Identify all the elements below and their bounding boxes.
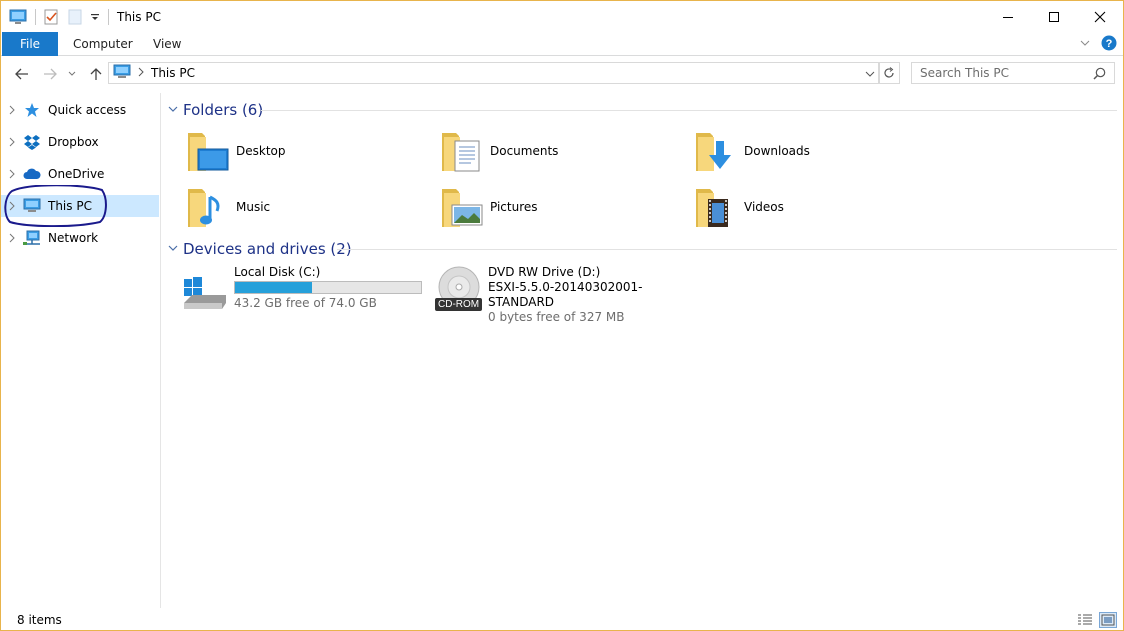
search-icon[interactable] <box>1093 67 1106 83</box>
drive-free-space: 0 bytes free of 327 MB <box>488 310 625 324</box>
properties-icon[interactable] <box>42 8 60 26</box>
pictures-folder-icon <box>440 185 484 229</box>
hard-disk-icon <box>182 265 230 313</box>
ribbon-tabs: File Computer View ? <box>1 32 1123 56</box>
network-icon <box>23 230 41 246</box>
recent-locations-chevron-icon[interactable] <box>66 65 78 83</box>
collapse-chevron-icon[interactable] <box>168 103 178 117</box>
title-bar: This PC <box>1 1 1123 32</box>
disk-usage-bar <box>234 281 422 294</box>
quick-access-toolbar <box>1 1 115 32</box>
collapse-chevron-icon[interactable] <box>168 242 178 256</box>
drive-tile-local-disk[interactable]: Local Disk (C:) 43.2 GB free of 74.0 GB <box>182 265 427 317</box>
group-title: Devices and drives (2) <box>183 240 352 258</box>
folder-label: Music <box>236 200 271 214</box>
cd-rom-icon: CD-ROM <box>435 265 484 313</box>
sidebar-item-quick-access[interactable]: Quick access <box>1 99 159 121</box>
folder-label: Downloads <box>744 144 810 158</box>
drives-group-header[interactable]: Devices and drives (2) <box>168 239 352 259</box>
sidebar-item-label: Quick access <box>48 103 127 117</box>
expand-ribbon-icon[interactable] <box>1079 37 1091 52</box>
back-button[interactable] <box>13 65 31 83</box>
sidebar-item-onedrive[interactable]: OneDrive <box>1 163 159 185</box>
group-divider <box>337 249 1117 250</box>
folder-label: Pictures <box>490 200 538 214</box>
sidebar-item-label: Dropbox <box>48 135 99 149</box>
dropbox-icon <box>23 134 41 150</box>
drive-info: DVD RW Drive (D:) ESXI-5.5.0-20140302001… <box>488 265 696 325</box>
folder-tile-desktop[interactable]: Desktop <box>186 126 436 176</box>
drive-tile-dvd[interactable]: CD-ROM DVD RW Drive (D:) ESXI-5.5.0-2014… <box>435 265 696 324</box>
toolbar-separator <box>108 8 109 25</box>
folder-label: Desktop <box>236 144 286 158</box>
computer-icon <box>113 64 131 83</box>
address-bar[interactable]: This PC <box>108 62 880 84</box>
folder-tile-videos[interactable]: Videos <box>694 182 944 232</box>
help-icon[interactable]: ? <box>1101 35 1117 54</box>
customize-dropdown-icon[interactable] <box>90 8 100 26</box>
tab-file[interactable]: File <box>2 32 58 56</box>
status-bar: 8 items <box>1 609 1123 631</box>
star-icon <box>23 102 41 118</box>
cloud-icon <box>23 166 41 182</box>
breadcrumb-chevron-icon[interactable] <box>137 66 145 80</box>
downloads-folder-icon <box>694 129 738 173</box>
group-divider <box>261 110 1117 111</box>
drive-free-space: 43.2 GB free of 74.0 GB <box>234 296 377 310</box>
expand-chevron-icon[interactable] <box>1 169 23 179</box>
expand-chevron-icon[interactable] <box>1 233 23 243</box>
details-view-icon[interactable] <box>1076 612 1094 628</box>
ribbon-controls: ? <box>1079 35 1117 54</box>
computer-icon[interactable] <box>9 8 27 26</box>
svg-text:?: ? <box>1106 38 1113 50</box>
music-folder-icon <box>186 185 230 229</box>
tab-computer[interactable]: Computer <box>73 32 133 56</box>
videos-folder-icon <box>694 185 738 229</box>
sidebar-item-label: OneDrive <box>48 167 105 181</box>
sidebar-item-network[interactable]: Network <box>1 227 159 249</box>
minimize-button[interactable] <box>985 1 1031 32</box>
explorer-window: This PC File Computer View ? This PC Sea… <box>0 0 1124 631</box>
close-button[interactable] <box>1077 1 1123 32</box>
documents-folder-icon <box>440 129 484 173</box>
up-button[interactable] <box>87 65 105 83</box>
item-count: 8 items <box>17 613 62 627</box>
search-input[interactable] <box>920 66 1090 80</box>
cd-rom-badge: CD-ROM <box>435 298 483 311</box>
drive-name: DVD RW Drive (D:) <box>488 265 601 279</box>
breadcrumb[interactable]: This PC <box>151 66 195 80</box>
forward-button[interactable] <box>41 65 59 83</box>
drive-volume-label: ESXI-5.5.0-20140302001-STANDARD <box>488 280 643 309</box>
large-icons-view-icon[interactable] <box>1099 612 1117 628</box>
refresh-button[interactable] <box>878 62 900 84</box>
disk-usage-fill <box>235 282 313 293</box>
drive-name: Local Disk (C:) <box>234 265 321 279</box>
maximize-button[interactable] <box>1031 1 1077 32</box>
folder-tile-documents[interactable]: Documents <box>440 126 690 176</box>
group-title: Folders (6) <box>183 101 264 119</box>
navigation-pane: Quick access Dropbox OneDrive This PC Ne… <box>1 93 161 608</box>
view-buttons <box>1071 612 1117 628</box>
window-title: This PC <box>117 9 161 24</box>
expand-chevron-icon[interactable] <box>1 137 23 147</box>
tab-view[interactable]: View <box>153 32 181 56</box>
search-box[interactable] <box>911 62 1115 84</box>
address-dropdown-icon[interactable] <box>865 68 875 82</box>
folder-tile-music[interactable]: Music <box>186 182 436 232</box>
drive-info: Local Disk (C:) 43.2 GB free of 74.0 GB <box>234 265 422 311</box>
folder-label: Documents <box>490 144 559 158</box>
toolbar-separator <box>35 8 36 25</box>
sidebar-item-dropbox[interactable]: Dropbox <box>1 131 159 153</box>
desktop-folder-icon <box>186 129 230 173</box>
folders-group-header[interactable]: Folders (6) <box>168 100 263 120</box>
expand-chevron-icon[interactable] <box>1 105 23 115</box>
caption-buttons <box>985 1 1123 32</box>
folder-tile-downloads[interactable]: Downloads <box>694 126 944 176</box>
sidebar-item-label: Network <box>48 231 99 245</box>
highlight-circle-annotation <box>4 185 107 227</box>
new-folder-icon[interactable] <box>66 8 84 26</box>
folder-tile-pictures[interactable]: Pictures <box>440 182 690 232</box>
folder-label: Videos <box>744 200 784 214</box>
